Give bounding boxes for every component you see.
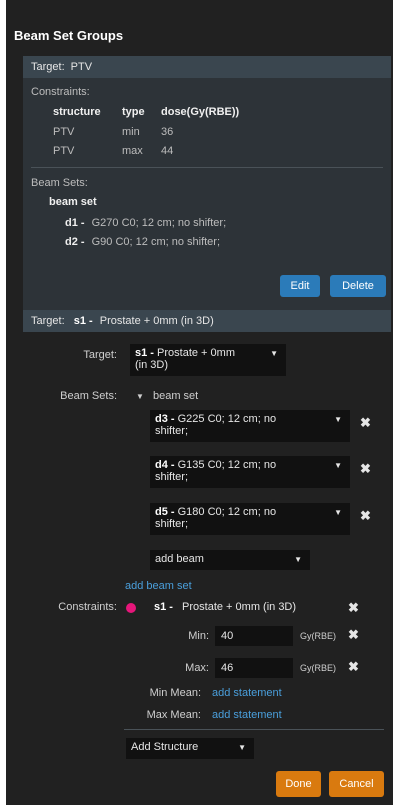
max-unit: Gy(RBE) bbox=[300, 663, 336, 673]
beam-set-toggle[interactable]: ▼ beam set bbox=[136, 390, 198, 402]
chevron-down-icon: ▼ bbox=[334, 461, 342, 470]
constraints-label: Constraints: bbox=[31, 86, 90, 98]
remove-beam-icon[interactable]: ✖ bbox=[360, 461, 371, 477]
table-cell-dose: 44 bbox=[161, 145, 174, 157]
beam-select[interactable]: d3 - G225 C0; 12 cm; no shifter; ▼ bbox=[150, 410, 350, 442]
panel-title: Beam Set Groups bbox=[14, 28, 124, 43]
remove-min-icon[interactable]: ✖ bbox=[348, 627, 359, 643]
min-unit: Gy(RBE) bbox=[300, 631, 336, 641]
editor-constraints-label: Constraints: bbox=[58, 601, 117, 613]
footer-target-desc: Prostate + 0mm (in 3D) bbox=[99, 315, 214, 327]
min-mean-label: Min Mean: bbox=[149, 687, 201, 699]
constraint-structure-desc: Prostate + 0mm (in 3D) bbox=[182, 601, 297, 613]
caret-down-icon: ▼ bbox=[136, 392, 144, 401]
target-select-line1: Prostate + 0mm bbox=[157, 347, 235, 359]
beam-select-line1: G135 C0; 12 cm; no bbox=[177, 459, 277, 471]
beam-select-id: d5 - bbox=[155, 506, 175, 518]
beam-select-line2: shifter; bbox=[155, 518, 189, 530]
beam-select-line1: G225 C0; 12 cm; no bbox=[177, 413, 277, 425]
table-cell-dose: 36 bbox=[161, 126, 174, 138]
beam-select-line2: shifter; bbox=[155, 471, 189, 483]
editor-beam-sets-label: Beam Sets: bbox=[60, 390, 117, 402]
beam-item: d1 - G270 C0; 12 cm; no shifter; bbox=[65, 217, 226, 229]
footer-target-label: Target: bbox=[31, 315, 65, 327]
target-select-id: s1 - bbox=[135, 347, 154, 359]
remove-beam-icon[interactable]: ✖ bbox=[360, 415, 371, 431]
chevron-down-icon: ▼ bbox=[270, 349, 278, 358]
beam-set-group-card: Target: PTV Constraints: structure type d… bbox=[23, 56, 391, 332]
beam-select[interactable]: d5 - G180 C0; 12 cm; no shifter; ▼ bbox=[150, 503, 350, 535]
add-beam-select[interactable]: add beam ▼ bbox=[150, 550, 310, 570]
table-cell-structure: PTV bbox=[53, 126, 75, 138]
beam-select-line2: shifter; bbox=[155, 425, 189, 437]
edit-button[interactable]: Edit bbox=[280, 275, 320, 297]
beam-desc: G90 C0; 12 cm; no shifter; bbox=[91, 236, 221, 248]
add-structure-select[interactable]: Add Structure ▼ bbox=[126, 738, 254, 759]
chevron-down-icon: ▼ bbox=[294, 555, 302, 564]
beam-set-name: beam set bbox=[49, 196, 97, 208]
add-min-mean-statement-link[interactable]: add statement bbox=[212, 687, 282, 699]
remove-beam-icon[interactable]: ✖ bbox=[360, 508, 371, 524]
divider bbox=[31, 167, 383, 168]
table-header-structure: structure bbox=[53, 106, 101, 118]
divider bbox=[124, 729, 384, 730]
beam-select-line1: G180 C0; 12 cm; no bbox=[177, 506, 277, 518]
max-label: Max: bbox=[185, 662, 209, 674]
beam-set-groups-panel: Beam Set Groups Target: PTV Constraints: … bbox=[6, 0, 393, 805]
table-cell-type: max bbox=[122, 145, 143, 157]
add-beam-set-link[interactable]: add beam set bbox=[125, 580, 192, 592]
constraint-structure-id: s1 - bbox=[154, 601, 173, 613]
add-max-mean-statement-link[interactable]: add statement bbox=[212, 709, 282, 721]
table-cell-structure: PTV bbox=[53, 145, 75, 157]
structure-color-dot bbox=[126, 603, 136, 613]
beam-select[interactable]: d4 - G135 C0; 12 cm; no shifter; ▼ bbox=[150, 456, 350, 488]
beam-desc: G270 C0; 12 cm; no shifter; bbox=[91, 217, 227, 229]
footer-target-id: s1 - bbox=[73, 315, 93, 327]
beam-select-id: d3 - bbox=[155, 413, 175, 425]
max-mean-label: Max Mean: bbox=[146, 709, 201, 721]
chevron-down-icon: ▼ bbox=[334, 508, 342, 517]
remove-constraint-icon[interactable]: ✖ bbox=[348, 600, 359, 616]
target-select[interactable]: s1 - Prostate + 0mm (in 3D) ▼ bbox=[130, 344, 286, 376]
beam-id: d2 - bbox=[65, 236, 85, 248]
editor-beam-set-name: beam set bbox=[152, 390, 199, 402]
add-beam-placeholder: add beam bbox=[155, 553, 204, 565]
beam-id: d1 - bbox=[65, 217, 85, 229]
table-cell-type: min bbox=[122, 126, 140, 138]
group-footer-target[interactable]: Target: s1 - Prostate + 0mm (in 3D) bbox=[23, 310, 391, 332]
constraint-structure: s1 - Prostate + 0mm (in 3D) bbox=[154, 601, 296, 613]
add-structure-placeholder: Add Structure bbox=[131, 741, 199, 753]
max-dose-input[interactable]: 46 bbox=[215, 658, 293, 678]
min-label: Min: bbox=[188, 630, 209, 642]
chevron-down-icon: ▼ bbox=[334, 415, 342, 424]
group-target-value: PTV bbox=[70, 61, 93, 73]
beam-sets-label: Beam Sets: bbox=[31, 177, 88, 189]
group-target-label: Target: bbox=[31, 61, 65, 73]
done-button[interactable]: Done bbox=[276, 771, 321, 797]
group-target-header[interactable]: Target: PTV bbox=[23, 56, 391, 78]
min-dose-input[interactable]: 40 bbox=[215, 626, 293, 646]
remove-max-icon[interactable]: ✖ bbox=[348, 659, 359, 675]
table-header-type: type bbox=[122, 106, 145, 118]
delete-button[interactable]: Delete bbox=[330, 275, 386, 297]
chevron-down-icon: ▼ bbox=[238, 743, 246, 752]
target-select-line2: (in 3D) bbox=[135, 359, 169, 371]
cancel-button[interactable]: Cancel bbox=[329, 771, 384, 797]
beam-select-id: d4 - bbox=[155, 459, 175, 471]
table-header-dose: dose(Gy(RBE)) bbox=[161, 106, 240, 118]
beam-item: d2 - G90 C0; 12 cm; no shifter; bbox=[65, 236, 220, 248]
editor-target-label: Target: bbox=[83, 349, 117, 361]
